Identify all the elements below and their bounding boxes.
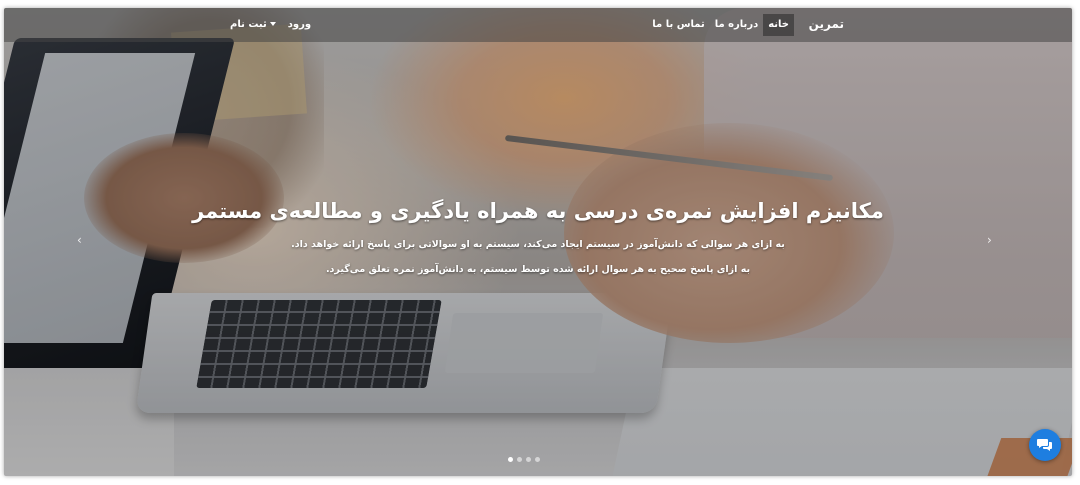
carousel-description-line-2: به ازای پاسخ صحیح به هر سوال ارائه شده ت… — [325, 264, 751, 275]
top-navbar: تمرین خانه درباره ما تماس با ما — [4, 8, 1072, 42]
caret-down-icon — [269, 22, 276, 26]
login-link[interactable]: ورود — [288, 19, 311, 30]
register-dropdown[interactable]: ثبت نام — [230, 19, 276, 30]
nav-link-about[interactable]: درباره ما — [710, 14, 764, 36]
carousel-indicator-2[interactable] — [517, 457, 522, 462]
nav-link-contact[interactable]: تماس با ما — [647, 14, 709, 36]
register-label: ثبت نام — [230, 19, 267, 30]
carousel-caption: مکانیزم افزایش نمره‌ی درسی به همراه یادگ… — [4, 196, 1072, 276]
nav-user-actions: ورود ثبت نام — [230, 19, 311, 30]
chat-button[interactable] — [1029, 429, 1061, 461]
navbar-brand[interactable]: تمرین — [809, 17, 844, 31]
page-frame: تمرین خانه درباره ما تماس با ما ورود ثبت… — [4, 8, 1072, 476]
carousel-indicator-4[interactable] — [535, 457, 540, 462]
carousel-title: مکانیزم افزایش نمره‌ی درسی به همراه یادگ… — [192, 199, 884, 223]
carousel-indicators — [508, 457, 540, 462]
nav-links: خانه درباره ما تماس با ما — [647, 14, 794, 36]
carousel-description-line-1: به ازای هر سوالی که دانش‌آموز در سیستم ا… — [291, 239, 785, 250]
nav-link-home[interactable]: خانه — [763, 14, 794, 36]
carousel-indicator-3[interactable] — [526, 457, 531, 462]
chat-bubbles-icon — [1037, 439, 1052, 451]
carousel-indicator-1[interactable] — [508, 457, 513, 462]
